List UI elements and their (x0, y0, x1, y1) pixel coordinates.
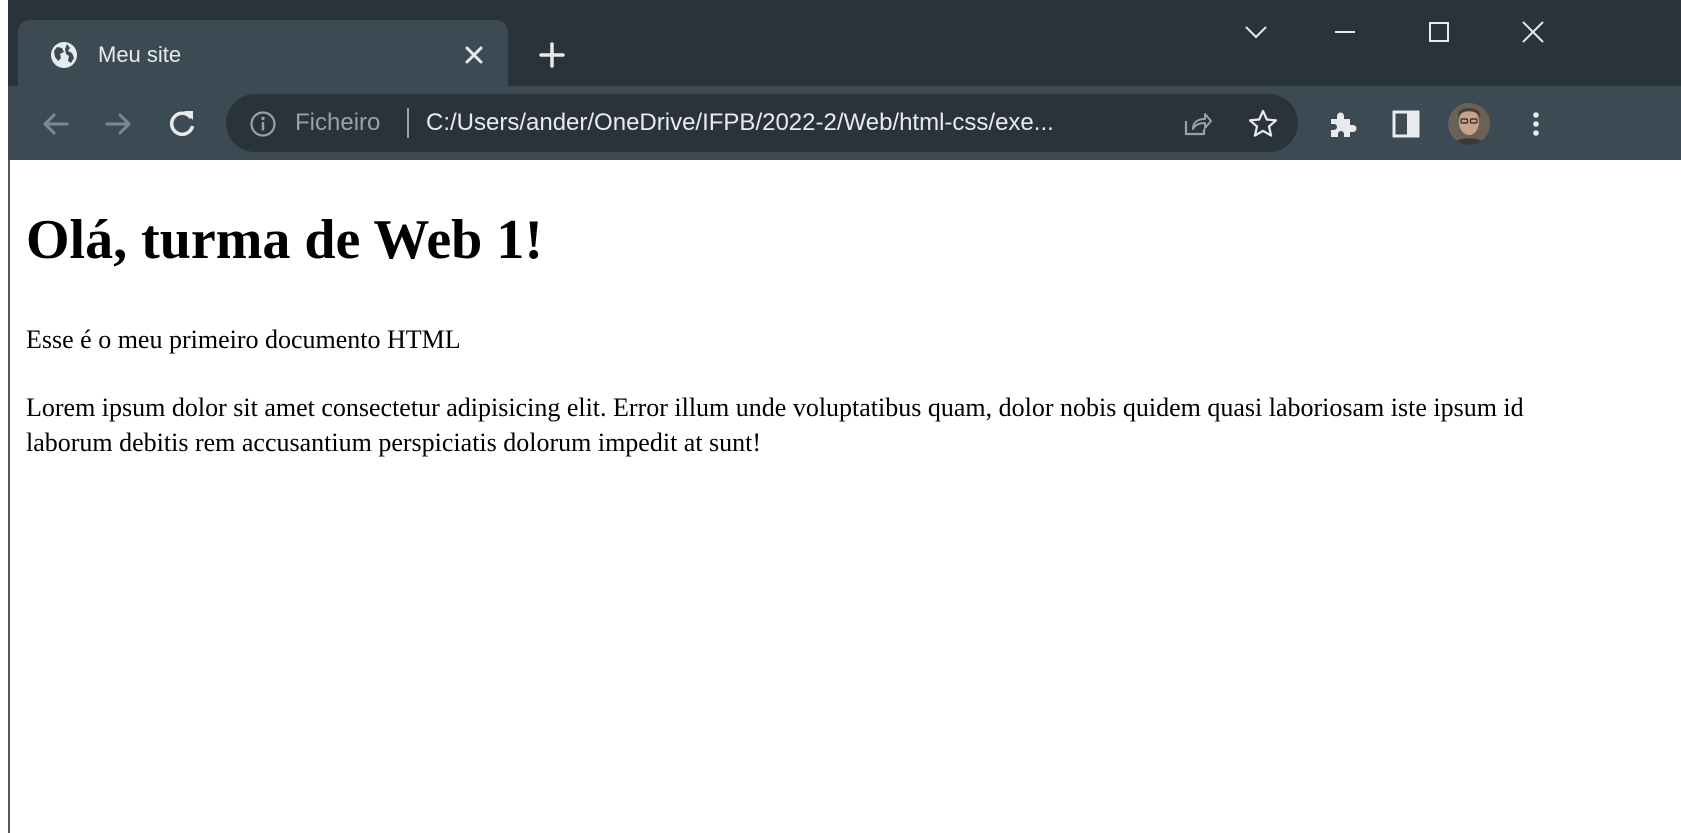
share-icon[interactable] (1180, 107, 1214, 141)
close-icon (1522, 21, 1544, 43)
bookmark-star-icon[interactable] (1246, 107, 1280, 141)
tab-meu-site[interactable] (18, 20, 508, 86)
back-button[interactable] (36, 104, 76, 144)
minimize-icon (1335, 31, 1355, 33)
extensions-button[interactable] (1322, 104, 1362, 144)
side-panel-button[interactable] (1386, 104, 1426, 144)
side-panel-icon (1392, 110, 1420, 138)
window-close-button[interactable] (1488, 8, 1578, 56)
new-tab-icon[interactable] (534, 37, 570, 73)
forward-arrow-icon (105, 113, 131, 135)
menu-button[interactable] (1516, 104, 1556, 144)
paragraph-intro: Esse é o meu primeiro documento HTML (26, 325, 461, 354)
profile-avatar[interactable] (1448, 103, 1490, 145)
scheme-label[interactable]: Ficheiro (295, 106, 380, 140)
kebab-menu-icon (1533, 112, 1539, 136)
puzzle-icon (1331, 112, 1357, 137)
browser-window: Meu site Ficheiro C:/Users/ander/OneDriv… (0, 0, 1681, 833)
window-edge (0, 0, 10, 833)
url-text[interactable]: C:/Users/ander/OneDrive/IFPB/2022-2/Web/… (426, 106, 1166, 140)
page-heading: Olá, turma de Web 1! (26, 209, 543, 271)
back-arrow-icon (43, 113, 69, 135)
forward-button[interactable] (98, 104, 138, 144)
tab-title: Meu site (98, 42, 182, 67)
paragraph-lorem: Lorem ipsum dolor sit amet consectetur a… (26, 393, 1524, 457)
avatar-icon (1448, 103, 1490, 145)
reload-button[interactable] (162, 104, 202, 144)
page-viewport: Olá, turma de Web 1! Esse é o meu primei… (10, 160, 1681, 833)
reload-icon (170, 111, 195, 136)
maximize-icon (1429, 22, 1449, 42)
info-icon[interactable] (248, 109, 278, 139)
omnibox-divider (407, 108, 409, 138)
minimize-button[interactable] (1300, 8, 1390, 56)
globe-icon (51, 42, 77, 68)
maximize-button[interactable] (1394, 8, 1484, 56)
tab-search-chevron-icon[interactable] (1238, 18, 1274, 46)
tab-close-icon[interactable] (458, 39, 490, 71)
